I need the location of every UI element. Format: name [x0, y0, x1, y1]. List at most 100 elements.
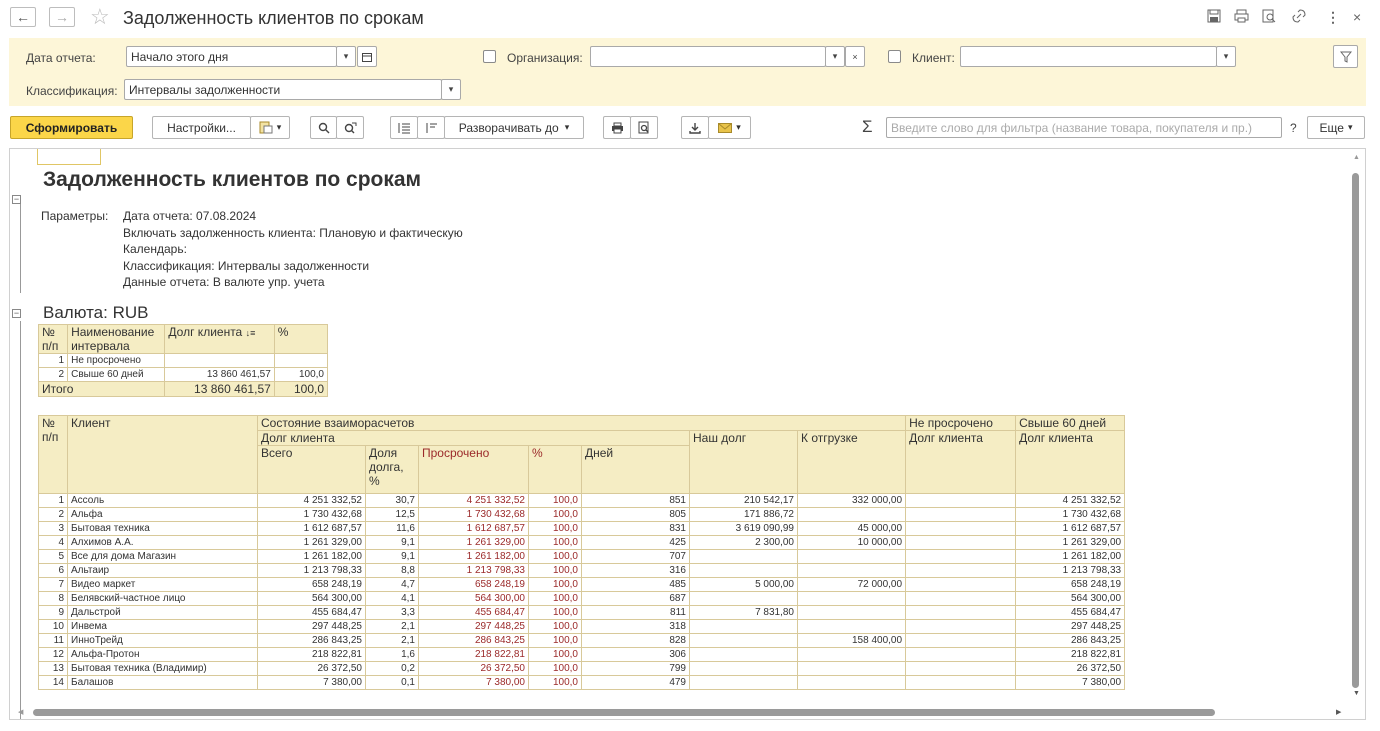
print-icon[interactable]	[1234, 9, 1249, 26]
cell-days: 316	[581, 563, 690, 578]
more-button[interactable]: Еще ▾	[1307, 116, 1365, 139]
horizontal-scrollbar-thumb[interactable]	[33, 709, 1215, 716]
collapse-currency-icon[interactable]: −	[12, 309, 21, 318]
header-over60: Свыше 60 дней	[1015, 415, 1126, 431]
summary-header-interval: Наименование интервала	[67, 324, 166, 354]
cell-client: Балашов	[67, 675, 258, 690]
send-email-button[interactable]: ▾	[708, 116, 751, 139]
cell-overdue: 1 261 329,00	[418, 535, 529, 550]
table-row: 8 Белявский-частное лицо 564 300,00 4,1 564 …	[38, 591, 1126, 606]
classification-dropdown-button[interactable]: ▾	[441, 79, 461, 100]
organization-dropdown-button[interactable]: ▾	[825, 46, 845, 67]
param-report-data: Данные отчета: В валюте упр. учета	[123, 275, 325, 289]
help-button[interactable]: ?	[1290, 121, 1297, 135]
more-label: Еще	[1319, 120, 1344, 135]
report-sheet[interactable]: − − Задолженность клиентов по срокам Пар…	[9, 148, 1366, 720]
cell-share: 9,1	[365, 549, 419, 564]
back-button[interactable]: ←	[10, 7, 36, 27]
cell-share: 3,3	[365, 605, 419, 620]
cell-days: 318	[581, 619, 690, 634]
more-vertical-icon[interactable]: ⋮	[1326, 9, 1340, 26]
cell-pct: 100,0	[528, 605, 582, 620]
cell-days: 485	[581, 577, 690, 592]
sort-icon[interactable]: ↓≡	[246, 328, 256, 338]
param-calendar: Календарь:	[123, 242, 187, 256]
vertical-scrollbar-thumb[interactable]	[1352, 173, 1359, 688]
cell-nover	[905, 647, 1017, 662]
save-icon[interactable]	[1207, 9, 1221, 26]
cell-over60: 564 300,00	[1015, 591, 1126, 606]
organization-label: Организация:	[507, 51, 583, 65]
classification-field[interactable]: Интервалы задолженности	[124, 79, 442, 100]
cell-nover	[905, 577, 1017, 592]
cell-n: 5	[38, 549, 68, 564]
cell-n: 12	[38, 647, 68, 662]
cell-over60: 455 684,47	[1015, 605, 1126, 620]
find-next-button[interactable]	[336, 116, 364, 139]
print-preview-button[interactable]	[630, 116, 658, 139]
cell-days: 799	[581, 661, 690, 676]
cell-overdue: 455 684,47	[418, 605, 529, 620]
cell-nover	[905, 605, 1017, 620]
expand-to-button[interactable]: Разворачивать до ▾	[444, 116, 584, 139]
chevron-down-icon: ▾	[736, 122, 741, 132]
cell-over60: 297 448,25	[1015, 619, 1126, 634]
cell-ship	[796, 605, 907, 620]
report-date-field[interactable]: Начало этого дня	[126, 46, 337, 67]
cell-ship	[796, 675, 907, 690]
cell-share: 0,2	[365, 661, 419, 676]
client-checkbox[interactable]	[888, 50, 901, 63]
classification-label: Классификация:	[26, 84, 118, 98]
report-date-dropdown-button[interactable]: ▾	[336, 46, 356, 67]
cell: Не просрочено	[67, 353, 166, 368]
preview-icon[interactable]	[1262, 9, 1276, 26]
sum-sigma-icon[interactable]: Σ	[862, 117, 873, 137]
parameters-label: Параметры:	[41, 209, 109, 223]
organization-checkbox[interactable]	[483, 50, 496, 63]
cell-pct: 100,0	[528, 493, 582, 508]
close-icon[interactable]: ×	[1353, 9, 1361, 25]
link-icon[interactable]	[1292, 9, 1306, 26]
cell-n: 6	[38, 563, 68, 578]
cell-pct: 100,0	[528, 661, 582, 676]
client-dropdown-button[interactable]: ▾	[1216, 46, 1236, 67]
cell-overdue: 218 822,81	[418, 647, 529, 662]
favorite-star-icon[interactable]: ☆	[90, 4, 110, 30]
calendar-button[interactable]	[357, 46, 377, 67]
scroll-up-arrow[interactable]: ▲	[1353, 154, 1360, 161]
cell-share: 30,7	[365, 493, 419, 508]
chevron-down-icon: ▾	[832, 51, 838, 61]
print-button[interactable]	[603, 116, 631, 139]
cell-nover	[905, 661, 1017, 676]
report-filter-input[interactable]: Введите слово для фильтра (название това…	[886, 117, 1282, 138]
find-button[interactable]	[310, 116, 337, 139]
scroll-down-arrow[interactable]: ▼	[1353, 690, 1360, 697]
collapse-parameters-icon[interactable]: −	[12, 195, 21, 204]
filter-settings-button[interactable]	[1333, 45, 1358, 68]
forward-button[interactable]: →	[49, 7, 75, 27]
scroll-left-arrow[interactable]: ◀	[18, 708, 23, 716]
client-field[interactable]	[960, 46, 1217, 67]
cell-n: 11	[38, 633, 68, 648]
settings-button[interactable]: Настройки...	[152, 116, 251, 139]
cell-overdue: 297 448,25	[418, 619, 529, 634]
chevron-down-icon: ▾	[343, 51, 349, 61]
variant-dropdown-button[interactable]: ▾	[250, 116, 290, 139]
save-file-button[interactable]	[681, 116, 709, 139]
header-num: № п/п	[38, 415, 68, 494]
cell-nover	[905, 619, 1017, 634]
table-row: 5 Все для дома Магазин 1 261 182,00 9,1 1 26…	[38, 549, 1126, 564]
collapse-groups-button[interactable]	[390, 116, 418, 139]
organization-clear-button[interactable]: ×	[845, 46, 865, 67]
generate-button[interactable]: Сформировать	[10, 116, 133, 139]
organization-field[interactable]	[590, 46, 826, 67]
cell-ship	[796, 591, 907, 606]
scroll-right-arrow[interactable]: ▶	[1336, 708, 1341, 716]
cell-ship: 332 000,00	[796, 493, 907, 508]
cell-over60: 218 822,81	[1015, 647, 1126, 662]
cell-overdue: 564 300,00	[418, 591, 529, 606]
cell-ship	[796, 619, 907, 634]
table-row: 6 Альтаир 1 213 798,33 8,8 1 213 798,33 100,0…	[38, 563, 1126, 578]
cell-pct: 100,0	[528, 521, 582, 536]
expand-groups-button[interactable]	[417, 116, 445, 139]
